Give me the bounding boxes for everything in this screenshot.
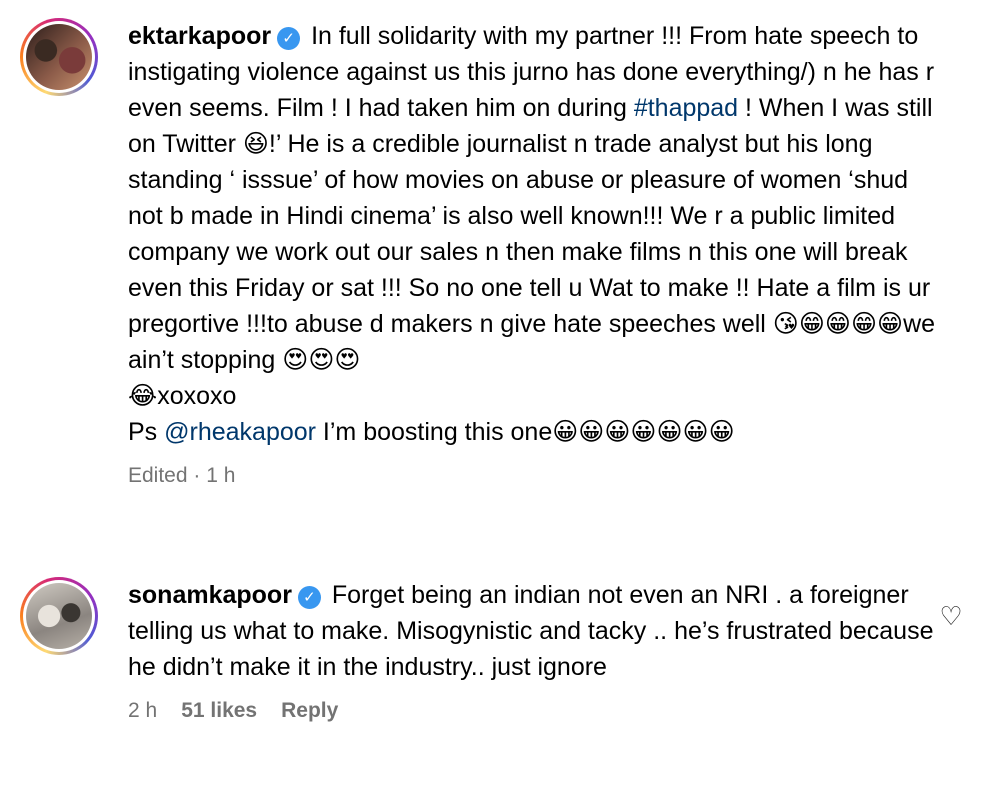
verified-badge-icon: ✓ xyxy=(277,27,301,50)
timestamp: 2 h xyxy=(128,699,158,722)
edited-timestamp: Edited · 1 h xyxy=(128,464,236,487)
likes-count[interactable]: 51 likes xyxy=(181,699,257,723)
comment-text-part: I’m boosting this one😀😀😀😀😀😀😀 xyxy=(315,418,735,446)
comment-meta: 2 h 51 likes Reply xyxy=(128,699,938,723)
comment-text: sonamkapoor ✓ Forget being an indian not … xyxy=(128,577,938,685)
comment-body: sonamkapoor ✓ Forget being an indian not … xyxy=(128,577,938,723)
username[interactable]: ektarkapoor xyxy=(128,22,271,50)
username[interactable]: sonamkapoor xyxy=(128,581,292,609)
avatar xyxy=(26,24,92,90)
avatar xyxy=(26,583,92,649)
hashtag-link[interactable]: #thappad xyxy=(634,94,738,122)
avatar-story-ring[interactable] xyxy=(20,577,98,655)
avatar-story-ring[interactable] xyxy=(20,18,98,96)
comment-text: ektarkapoor ✓ In full solidarity with my … xyxy=(128,18,938,450)
comment-text-part: ! When I was still on Twitter 😆!’ He is … xyxy=(128,94,936,446)
comment-meta: Edited · 1 h xyxy=(128,464,938,488)
heart-icon[interactable]: ♡ xyxy=(938,603,964,629)
verified-badge-icon: ✓ xyxy=(297,586,321,609)
comment-body: ektarkapoor ✓ In full solidarity with my … xyxy=(128,18,938,488)
mention-link[interactable]: @rheakapoor xyxy=(164,418,316,446)
reply-button[interactable]: Reply xyxy=(281,699,338,723)
